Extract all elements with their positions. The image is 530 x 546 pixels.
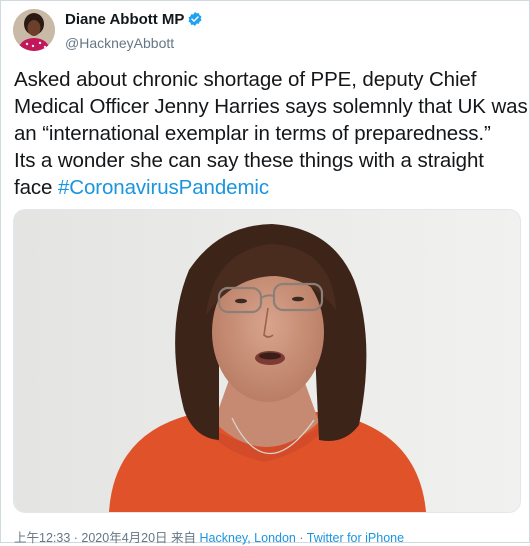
tweet-text-line: Asked about chronic shortage of PPE, dep… [14, 68, 477, 91]
tweet-header: Diane Abbott MP @HackneyAbbott [13, 9, 513, 53]
author-display-name[interactable]: Diane Abbott MP [65, 11, 184, 28]
author-handle[interactable]: @HackneyAbbott [65, 34, 203, 52]
woman-speaking-image [14, 210, 520, 512]
author-avatar[interactable] [13, 9, 55, 51]
tweet-text: Asked about chronic shortage of PPE, dep… [14, 66, 528, 201]
hashtag-link[interactable]: #CoronavirusPandemic [58, 176, 269, 199]
tweet-meta: 上午12:33 · 2020年4月20日 来自 Hackney, London … [14, 527, 404, 546]
tweet-media-image[interactable] [13, 209, 521, 513]
verified-badge-icon [187, 11, 203, 32]
tweet-text-last-line: face #CoronavirusPandemic [14, 174, 519, 201]
tweet-text-line: Medical Officer Jenny Harries says solem… [14, 95, 528, 118]
tweet-text-prefix: face [14, 176, 58, 199]
tweet-card: Diane Abbott MP @HackneyAbbott Asked abo… [0, 0, 530, 546]
tweet-text-line: an “international exemplar in terms of p… [14, 122, 491, 145]
tweet-text-line: Its a wonder she can say these things wi… [14, 149, 484, 172]
author-names: Diane Abbott MP @HackneyAbbott [65, 11, 203, 52]
